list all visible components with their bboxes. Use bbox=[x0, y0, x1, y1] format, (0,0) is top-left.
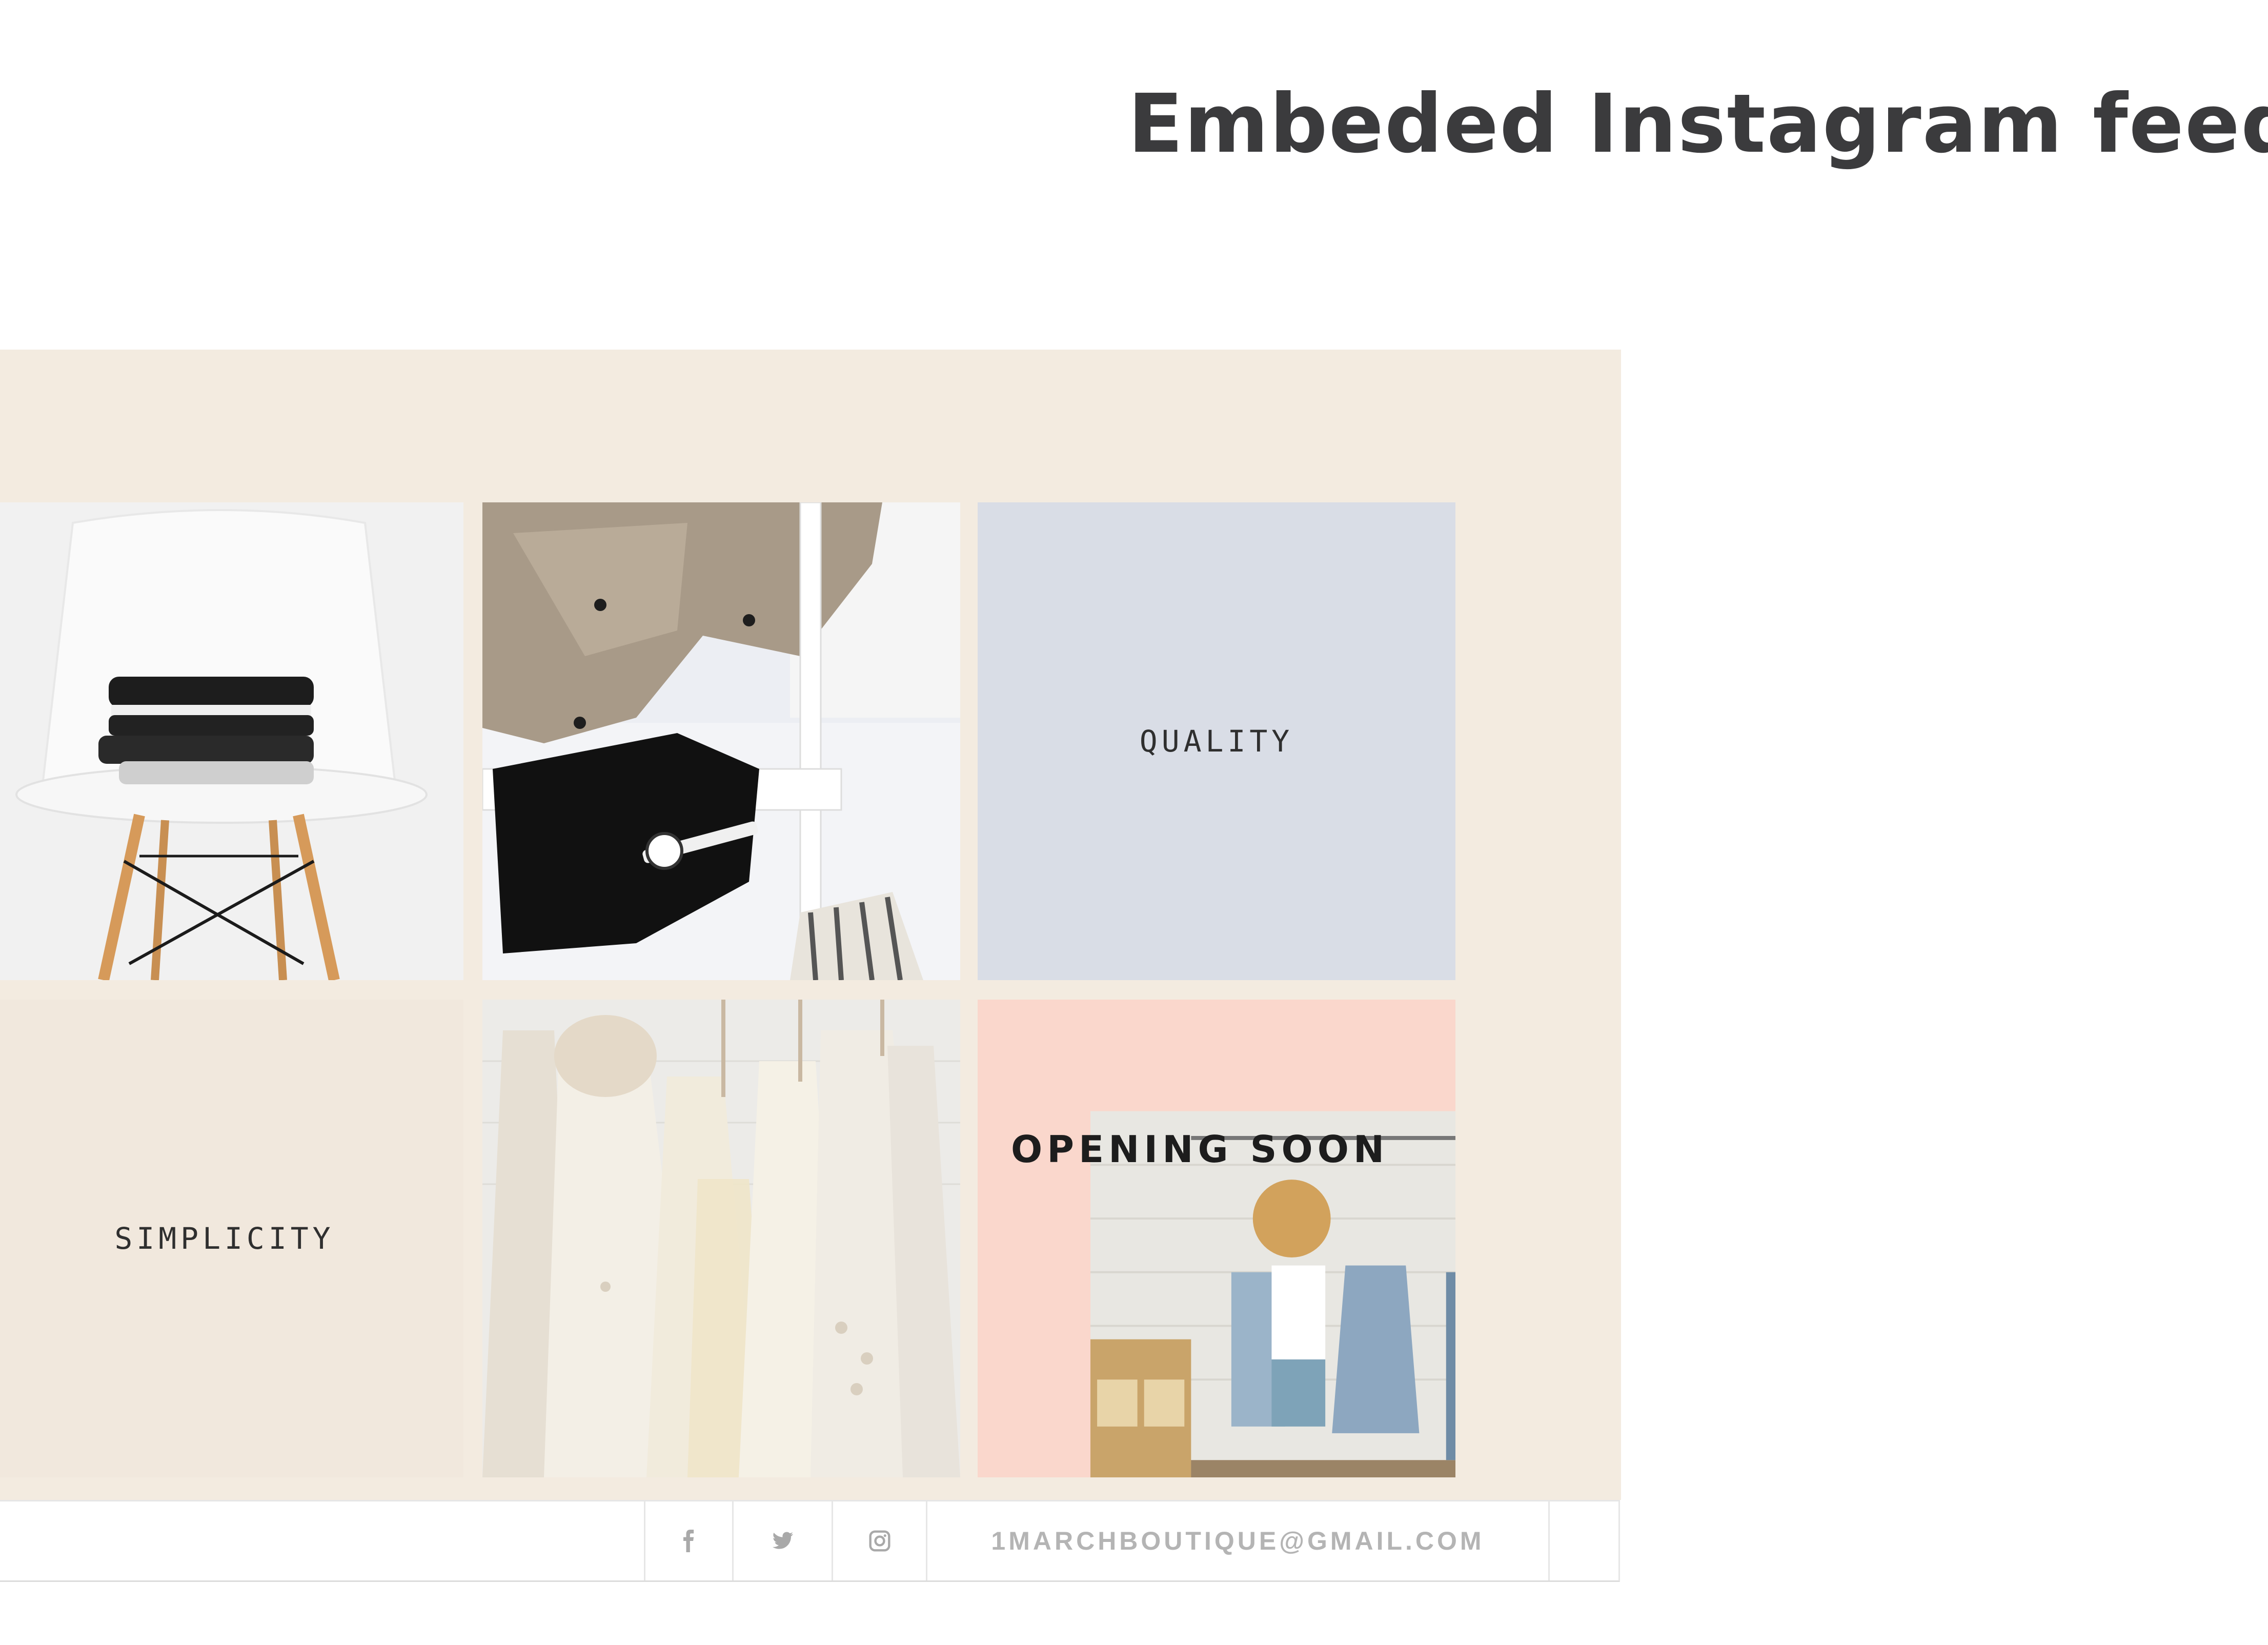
footer-end-cell bbox=[1548, 1501, 1618, 1580]
twitter-link[interactable] bbox=[732, 1501, 832, 1580]
email-address: 1MARCHBOUTIQUE@GMAIL.COM bbox=[991, 1527, 1485, 1555]
email-link[interactable]: 1MARCHBOUTIQUE@GMAIL.COM bbox=[926, 1501, 1548, 1580]
twitter-icon bbox=[772, 1532, 793, 1549]
footer-bar: 1MARCHBOUTIQUE@GMAIL.COM bbox=[0, 1500, 1620, 1582]
dresses-photo bbox=[482, 1000, 960, 1477]
feed-post-dresses[interactable] bbox=[482, 1000, 960, 1477]
feed-post-rack[interactable] bbox=[482, 502, 960, 980]
instagram-icon bbox=[868, 1530, 890, 1552]
feed-post-simplicity[interactable]: SIMPLICITY bbox=[0, 1000, 463, 1477]
tile-label: SIMPLICITY bbox=[114, 1221, 335, 1256]
tile-label: QUALITY bbox=[1139, 724, 1294, 759]
feed-post-quality[interactable]: QUALITY bbox=[978, 502, 1455, 980]
instagram-feed: QUALITY SIMPLICITY OPENING SOON bbox=[0, 350, 1621, 1500]
chair-photo bbox=[0, 502, 463, 980]
opening-soon-label: OPENING SOON bbox=[1011, 1128, 1389, 1171]
page: Embeded Instagram feed QUALITY SIMPLICIT… bbox=[0, 0, 2268, 1645]
rack-photo bbox=[482, 502, 960, 980]
feed-post-chair[interactable] bbox=[0, 502, 463, 980]
facebook-icon bbox=[683, 1530, 694, 1552]
facebook-link[interactable] bbox=[644, 1501, 732, 1580]
instagram-link[interactable] bbox=[832, 1501, 926, 1580]
page-title: Embeded Instagram feed bbox=[1128, 77, 2268, 171]
feed-post-opening-soon[interactable]: OPENING SOON bbox=[978, 1000, 1455, 1477]
